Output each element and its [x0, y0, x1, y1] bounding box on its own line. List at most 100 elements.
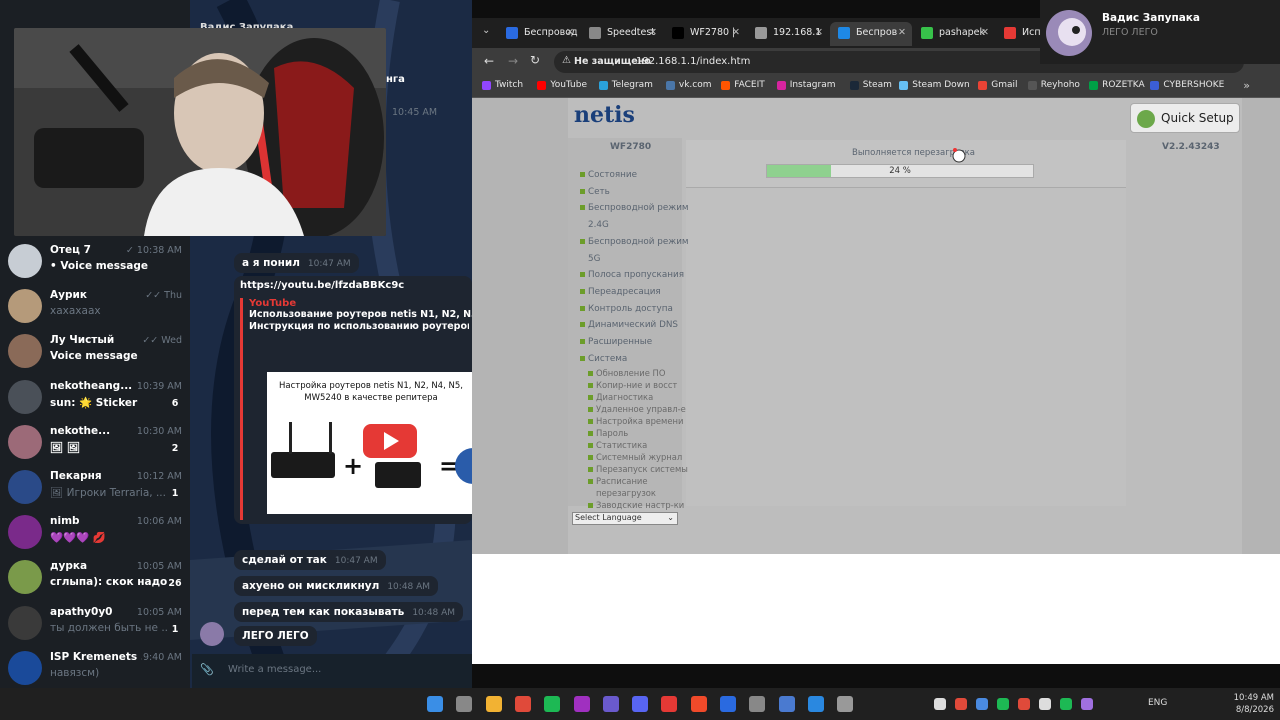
clock-time[interactable]: 10:49 AM [1230, 693, 1274, 703]
router-menu-item[interactable]: Сеть [580, 187, 610, 197]
browser-tab[interactable]: WF2780 | ✕ [664, 22, 746, 46]
quick-setup-button[interactable]: Quick Setup [1130, 103, 1240, 133]
reload-icon[interactable]: ↻ [530, 53, 540, 67]
router-menu-item[interactable]: Система [580, 354, 627, 364]
yt-thumbnail[interactable]: Настройка роутеров netis N1, N2, N4, N5,… [267, 372, 475, 514]
tab-close-icon[interactable]: ✕ [732, 22, 740, 44]
bookmark-item[interactable]: Instagram [776, 80, 835, 90]
tray-icon[interactable] [955, 698, 967, 710]
bookmark-item[interactable]: FACEIT [721, 80, 765, 90]
bookmark-item[interactable]: Steam [849, 80, 892, 90]
submenu-item[interactable]: Системный журнал [588, 452, 682, 462]
router-menu-item[interactable]: Контроль доступа [580, 304, 673, 314]
tab-close-icon[interactable]: ✕ [815, 22, 823, 44]
bookmark-item[interactable]: Reyhoho [1027, 80, 1080, 90]
link-text[interactable]: https://youtu.be/lfzdaBBKc9c [240, 280, 404, 291]
router-menu-item[interactable]: Полоса пропускания [580, 270, 684, 280]
chat-item[interactable]: ISP Kremenets ... 9:40 AM навязсм) [0, 645, 190, 689]
warning-icon[interactable]: ⚠ [562, 55, 571, 66]
url-text[interactable]: 192.168.1.1/index.htm [636, 56, 750, 67]
app-icon[interactable] [573, 696, 590, 712]
bookmark-item[interactable]: ROZETKA [1089, 80, 1145, 90]
browser-tab[interactable]: Беспров ✕ [830, 22, 912, 46]
settings-icon[interactable] [837, 696, 854, 712]
bookmark-item[interactable]: Gmail [978, 80, 1018, 90]
app-icon[interactable] [602, 696, 619, 712]
submenu-item[interactable]: Удаленное управл-е [588, 404, 686, 414]
tray-icon[interactable] [976, 698, 988, 710]
router-menu-item[interactable]: Беспроводной режим [580, 203, 689, 213]
chat-item[interactable]: apathy0y0 10:05 AM ты должен быть не ...… [0, 600, 190, 644]
steam-icon[interactable] [720, 696, 736, 712]
tray-icon[interactable] [997, 698, 1009, 710]
bookmark-item[interactable]: vk.com [665, 80, 712, 90]
chat-item[interactable]: nimb 10:06 AM 💜💜💜 💋 [0, 509, 190, 553]
submenu-item[interactable]: Расписание [588, 476, 648, 486]
browser-tab[interactable]: Беспровод ✕ [498, 22, 580, 46]
chat-item[interactable]: nekothe... 10:30 AM 🖼 🖼 2 [0, 419, 190, 463]
submenu-item[interactable]: Заводские настр-ки [588, 500, 684, 510]
yt-preview[interactable]: YouTube Использование роутеров netis N1,… [240, 298, 475, 520]
search-icon[interactable] [456, 696, 473, 712]
browser-icon[interactable] [514, 696, 531, 712]
tray-icon[interactable] [934, 698, 946, 710]
tab-close-icon[interactable]: ✕ [898, 22, 906, 44]
submenu-item[interactable]: Обновление ПО [588, 368, 665, 378]
bookmark-item[interactable]: CYBERSHOKE [1150, 80, 1224, 90]
spotify-icon[interactable] [544, 696, 561, 712]
bookmark-item[interactable]: Steam Down [899, 80, 970, 90]
submenu-item[interactable]: Копир-ние и восст [588, 380, 677, 390]
chat-item[interactable]: Отец 7 ✓ 10:38 AM • Voice message [0, 238, 190, 282]
browser-tab[interactable]: 192.168.1 ✕ [747, 22, 829, 46]
attach-icon[interactable]: 📎 [200, 663, 214, 676]
submenu-item[interactable]: Пароль [588, 428, 628, 438]
start-icon[interactable] [427, 696, 443, 712]
tray-icon[interactable] [1081, 698, 1093, 710]
message-input[interactable]: 📎 Write a message... [192, 654, 472, 688]
router-menu-item[interactable]: Состояние [580, 170, 637, 180]
router-menu-item[interactable]: 2.4G [588, 220, 609, 230]
browser-tab[interactable]: Speedtest ✕ [581, 22, 663, 46]
language-indicator[interactable]: ENG [1148, 698, 1167, 708]
chat-item[interactable]: nekotheang... 10:39 AM sun: 🌟 Sticker 6 [0, 374, 190, 418]
forward-icon[interactable]: → [508, 54, 518, 68]
tab-close-icon[interactable]: ✕ [649, 22, 657, 44]
tray-icon[interactable] [1018, 698, 1030, 710]
language-select[interactable]: Select Language ⌄ [572, 512, 678, 525]
router-menu-item[interactable]: Динамический DNS [580, 320, 678, 330]
clock-date[interactable]: 8/8/2026 [1230, 705, 1274, 715]
app-icon[interactable] [807, 696, 824, 712]
router-menu-item[interactable]: 5G [588, 254, 600, 264]
tab-search-icon[interactable]: ⌄ [482, 25, 490, 36]
discord-icon[interactable] [632, 696, 649, 712]
chat-item[interactable]: Пекарня 10:12 AM 🖼 Игроки Terraria, ... 1 [0, 464, 190, 508]
powershell-icon[interactable] [778, 696, 795, 712]
submenu-item[interactable]: перезагрузок [588, 488, 656, 498]
chat-item[interactable]: Аурик ✓✓ Thu хахахаах [0, 283, 190, 327]
bookmarks-overflow-icon[interactable]: » [1243, 79, 1250, 92]
chat-item[interactable]: дурка 10:05 AM сглыпа): скок надо 26 [0, 554, 190, 598]
submenu-item[interactable]: Диагностика [588, 392, 653, 402]
tray-icon[interactable] [1060, 698, 1072, 710]
chat-item[interactable]: Лу Чистый ✓✓ Wed Voice message [0, 328, 190, 372]
router-menu-item[interactable]: Беспроводной режим [580, 237, 689, 247]
submenu-item[interactable]: Перезапуск системы [588, 464, 688, 474]
back-icon[interactable]: ← [484, 54, 494, 68]
submenu-item[interactable]: Настройка времени [588, 416, 683, 426]
router-menu-item[interactable]: Расширенные [580, 337, 652, 347]
tab-close-icon[interactable]: ✕ [566, 22, 574, 44]
bookmark-item[interactable]: Telegram [598, 80, 653, 90]
bookmark-item[interactable]: Twitch [482, 80, 523, 90]
brave-icon[interactable] [690, 696, 707, 712]
sender-avatar[interactable] [200, 622, 224, 646]
notification-popup[interactable]: Вадис Запупака ЛЕГО ЛЕГО [1040, 0, 1280, 64]
folder-icon[interactable] [485, 696, 502, 712]
browser-tab[interactable]: pashapek ✕ [913, 22, 995, 46]
tray-icon[interactable] [1039, 698, 1051, 710]
submenu-item[interactable]: Статистика [588, 440, 647, 450]
app-icon[interactable] [749, 696, 766, 712]
bookmark-item[interactable]: YouTube [537, 80, 587, 90]
router-menu-item[interactable]: Переадресация [580, 287, 661, 297]
chrome-icon[interactable] [661, 696, 678, 712]
tab-close-icon[interactable]: ✕ [981, 22, 989, 44]
